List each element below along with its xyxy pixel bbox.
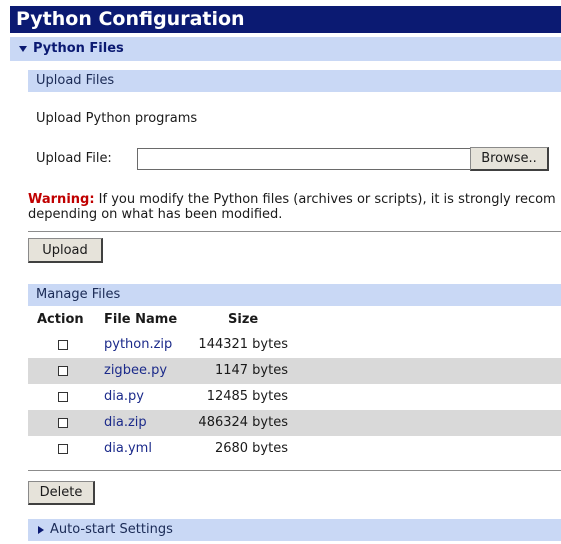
python-files-label: Python Files bbox=[33, 41, 124, 56]
file-size: 1147 bytes bbox=[214, 363, 288, 378]
manage-files-header: Manage Files bbox=[28, 284, 561, 306]
page-title: Python Configuration bbox=[10, 6, 561, 33]
column-header-action: Action bbox=[37, 312, 84, 327]
file-name-link[interactable]: dia.zip bbox=[104, 410, 147, 436]
file-name-link[interactable]: python.zip bbox=[104, 332, 172, 358]
autostart-label: Auto-start Settings bbox=[50, 522, 173, 537]
upload-file-label: Upload File: bbox=[36, 151, 112, 166]
upload-description: Upload Python programs bbox=[36, 111, 198, 126]
python-files-section-toggle[interactable]: Python Files bbox=[10, 37, 561, 61]
file-select-checkbox[interactable] bbox=[58, 444, 68, 454]
warning-label: Warning: bbox=[28, 192, 95, 207]
file-size: 486324 bytes bbox=[198, 415, 288, 430]
file-name-link[interactable]: dia.yml bbox=[104, 436, 152, 462]
delete-button[interactable]: Delete bbox=[28, 481, 95, 505]
table-row: dia.zip 486324 bytes bbox=[28, 410, 561, 436]
divider bbox=[28, 470, 561, 471]
browse-button[interactable]: Browse.. bbox=[470, 147, 549, 171]
table-row: python.zip 144321 bytes bbox=[28, 332, 561, 358]
warning-line-2: depending on what has been modified. bbox=[28, 207, 283, 222]
file-size: 12485 bytes bbox=[206, 389, 288, 404]
upload-files-header: Upload Files bbox=[28, 70, 561, 92]
autostart-section-toggle[interactable]: Auto-start Settings bbox=[28, 519, 561, 541]
column-header-size: Size bbox=[228, 312, 259, 327]
table-row: zigbee.py 1147 bytes bbox=[28, 358, 561, 384]
column-header-file-name: File Name bbox=[104, 312, 178, 327]
file-size: 144321 bytes bbox=[198, 337, 288, 352]
file-size: 2680 bytes bbox=[214, 441, 288, 456]
file-select-checkbox[interactable] bbox=[58, 418, 68, 428]
divider bbox=[28, 231, 561, 232]
file-select-checkbox[interactable] bbox=[58, 340, 68, 350]
file-select-checkbox[interactable] bbox=[58, 392, 68, 402]
file-select-checkbox[interactable] bbox=[58, 366, 68, 376]
upload-button[interactable]: Upload bbox=[28, 238, 103, 263]
table-row: dia.py 12485 bytes bbox=[28, 384, 561, 410]
file-name-link[interactable]: dia.py bbox=[104, 384, 144, 410]
table-row: dia.yml 2680 bytes bbox=[28, 436, 561, 462]
upload-file-input[interactable] bbox=[137, 148, 471, 170]
file-name-link[interactable]: zigbee.py bbox=[104, 358, 167, 384]
expanded-triangle-icon bbox=[19, 45, 27, 52]
warning-text: If you modify the Python files (archives… bbox=[98, 192, 556, 207]
warning-line-1: Warning: If you modify the Python files … bbox=[28, 192, 556, 207]
collapsed-triangle-icon bbox=[38, 525, 44, 534]
